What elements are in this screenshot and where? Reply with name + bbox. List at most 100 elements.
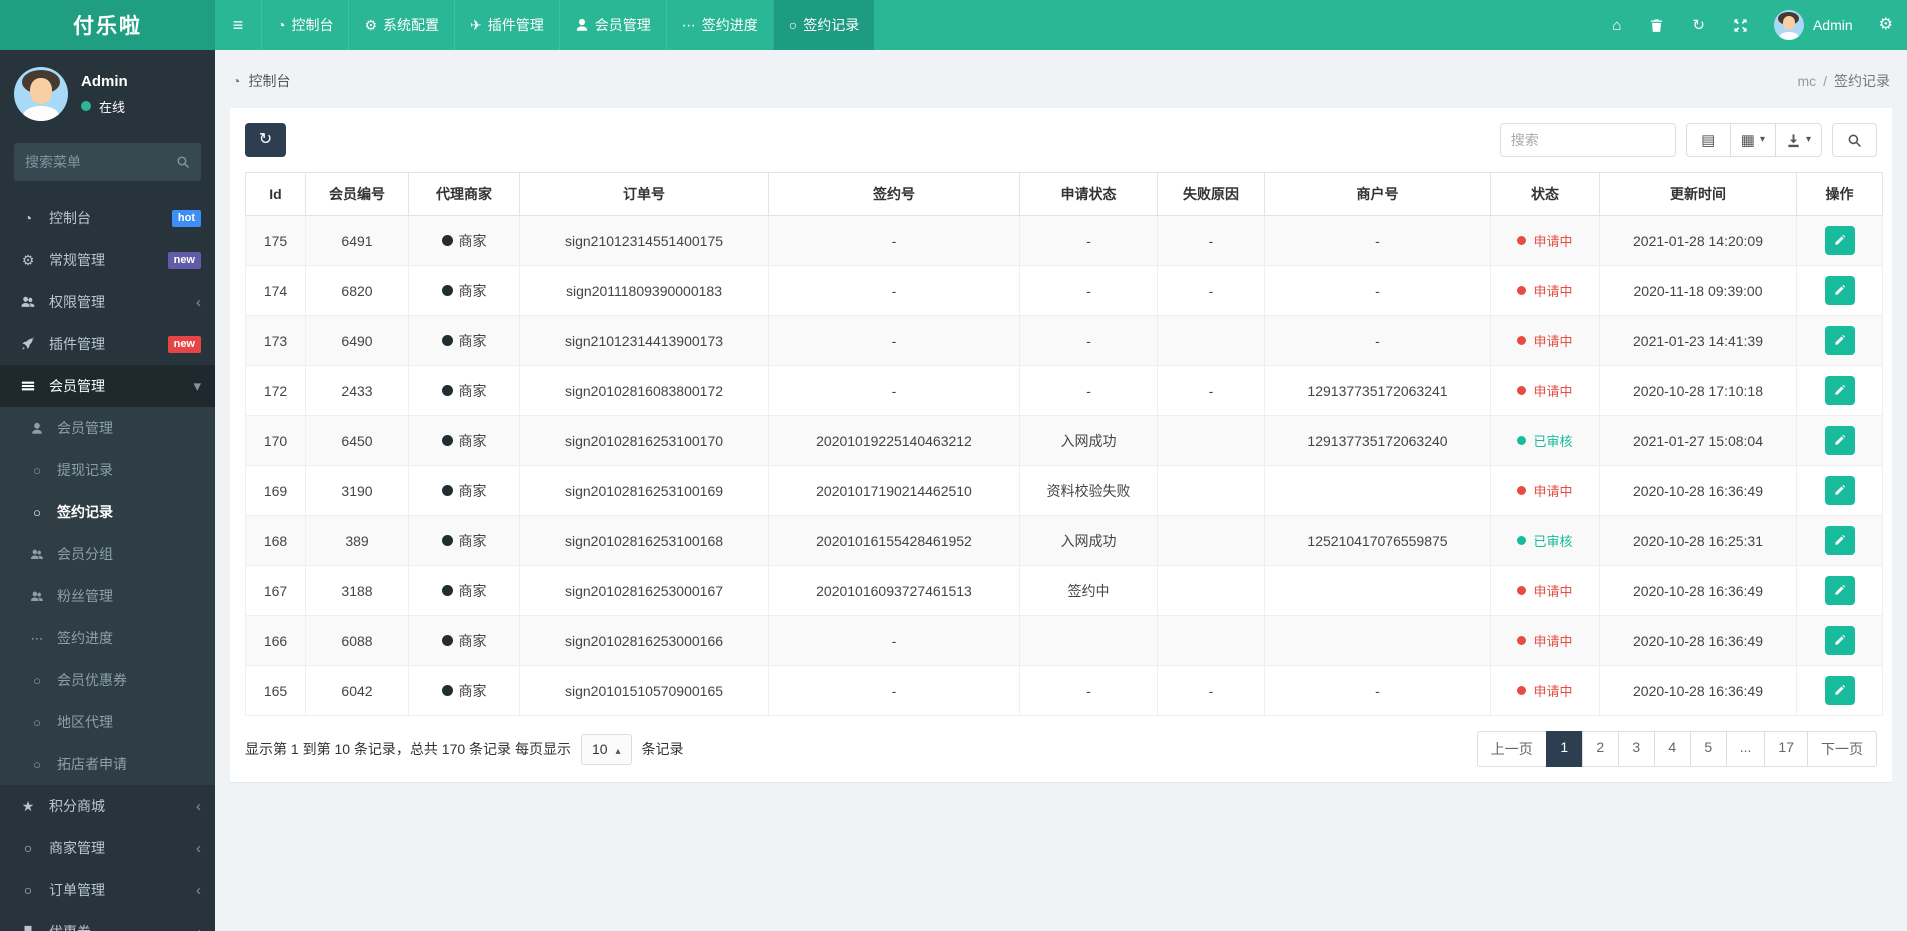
table-row: 173 6490 商家 sign21012314413900173- - - 申请中 2021… <box>245 315 1883 366</box>
page-button-3[interactable]: 3 <box>1617 731 1655 767</box>
sidebar-item-会员管理[interactable]: 会员管理 ▾ <box>0 365 215 407</box>
plane-icon: ✈ <box>470 17 482 33</box>
page-button-下一页[interactable]: 下一页 <box>1807 731 1877 767</box>
export-icon <box>1786 133 1801 148</box>
cell-merchant-no: - <box>1264 315 1491 366</box>
expand-icon-button[interactable] <box>1733 18 1748 33</box>
sidebar-item-签约记录[interactable]: ○ 签约记录 <box>0 491 215 533</box>
columns-dropdown-button[interactable]: ▦ ▾ <box>1729 123 1776 157</box>
cell-updated-at: 2020-10-28 16:25:31 <box>1599 515 1797 566</box>
sidebar-item-地区代理[interactable]: ○ 地区代理 <box>0 701 215 743</box>
home-icon-button[interactable]: ⌂ <box>1612 18 1621 33</box>
search-submit-button[interactable] <box>1832 123 1877 157</box>
page-button-5[interactable]: 5 <box>1689 731 1727 767</box>
nav-item-会员管理[interactable]: 会员管理 <box>558 0 666 50</box>
toggle-view-button[interactable]: ▤ <box>1685 123 1731 157</box>
edit-button[interactable] <box>1824 476 1855 505</box>
cell-id: 166 <box>245 615 306 666</box>
page-size-select[interactable]: 10 ▴ <box>580 733 632 765</box>
page-button-2[interactable]: 2 <box>1581 731 1619 767</box>
sidebar-search-input[interactable] <box>25 154 176 170</box>
toolbar-right: ▤▦▾▾ <box>1499 123 1877 157</box>
sidebar-item-会员优惠券[interactable]: ○ 会员优惠券 <box>0 659 215 701</box>
nav-item-签约进度[interactable]: ⋯ 签约进度 <box>665 0 773 50</box>
sidebar-item-签约进度[interactable]: ⋯ 签约进度 <box>0 617 215 659</box>
sidebar-toggle-button[interactable]: ≡ <box>215 0 261 50</box>
sidebar-item-优惠券[interactable]: 优惠券 ‹ <box>0 911 215 931</box>
sidebar-item-插件管理[interactable]: 插件管理 new <box>0 323 215 365</box>
edit-button[interactable] <box>1824 576 1855 605</box>
edit-button[interactable] <box>1824 526 1855 555</box>
page-size-value: 10 <box>591 741 608 757</box>
export-dropdown-button[interactable]: ▾ <box>1774 123 1822 157</box>
edit-button[interactable] <box>1824 376 1855 405</box>
nav-item-label: 会员管理 <box>594 17 651 33</box>
page-button-1[interactable]: 1 <box>1545 731 1583 767</box>
pagination-pages: 上一页 1 2 3 4 5... 17 下一页 <box>1476 731 1877 767</box>
edit-button[interactable] <box>1824 426 1855 455</box>
edit-button[interactable] <box>1824 326 1855 355</box>
sidebar-item-控制台[interactable]: ◔ 控制台 hot <box>0 197 215 239</box>
column-header-会员编号: 会员编号 <box>305 172 409 216</box>
app-logo[interactable]: 付乐啦 <box>0 0 215 50</box>
agent-text: 商家 <box>458 382 487 399</box>
caret-down-icon: ▾ <box>1759 134 1765 145</box>
settings-button[interactable]: ⚙ <box>1879 17 1893 33</box>
sidebar-item-拓店者申请[interactable]: ○ 拓店者申请 <box>0 743 215 785</box>
cell-actions <box>1796 665 1883 716</box>
refresh-button[interactable]: ↻ <box>245 123 286 157</box>
cell-updated-at: 2020-11-18 09:39:00 <box>1599 265 1797 316</box>
pencil-icon <box>1833 284 1846 297</box>
breadcrumb-parent[interactable]: mc <box>1797 73 1816 89</box>
sidebar-item-会员管理[interactable]: 会员管理 <box>0 407 215 449</box>
pencil-icon <box>1833 384 1846 397</box>
edit-button[interactable] <box>1824 676 1855 705</box>
nav-item-签约记录[interactable]: ○ 签约记录 <box>772 0 875 50</box>
cell-apply-status <box>1019 615 1158 666</box>
edit-button[interactable] <box>1824 276 1855 305</box>
trash-icon-button[interactable] <box>1649 18 1664 33</box>
nav-item-插件管理[interactable]: ✈ 插件管理 <box>454 0 559 50</box>
cell-member-no: 3190 <box>305 465 409 516</box>
sidebar-item-粉丝管理[interactable]: 粉丝管理 <box>0 575 215 617</box>
nav-item-控制台[interactable]: ◔ 控制台 <box>261 0 348 50</box>
status-dot-icon <box>1517 386 1527 395</box>
table-search-input[interactable] <box>1499 123 1676 157</box>
cell-status: 申请中 <box>1490 615 1600 666</box>
pencil-icon <box>1833 534 1846 547</box>
sidebar-item-提现记录[interactable]: ○ 提现记录 <box>0 449 215 491</box>
nav-item-系统配置[interactable]: ⚙ 系统配置 <box>348 0 454 50</box>
cell-merchant-no: 125210417076559875 <box>1264 515 1491 566</box>
edit-button[interactable] <box>1824 226 1855 255</box>
sync-icon-button[interactable]: ↻ <box>1692 18 1705 33</box>
status-label: 申请中 <box>1533 334 1573 349</box>
status-badge: 申请中 <box>1517 681 1573 700</box>
cell-updated-at: 2021-01-23 14:41:39 <box>1599 315 1797 366</box>
navbar-user[interactable]: Admin <box>1773 10 1853 40</box>
page-button-4[interactable]: 4 <box>1653 731 1691 767</box>
edit-button[interactable] <box>1824 626 1855 655</box>
sidebar-item-积分商城[interactable]: ★ 积分商城 ‹ <box>0 785 215 827</box>
gauge-icon: ◔ <box>277 17 286 33</box>
sidebar-search-icon-slot[interactable] <box>176 154 190 170</box>
table-row: 170 6450 商家 sign20102816253100170 2020101922… <box>245 415 1883 466</box>
toolbar-button-group: ▤ ▦ ▾ ▾ <box>1685 123 1822 157</box>
sidebar-item-权限管理[interactable]: 权限管理 ‹ <box>0 281 215 323</box>
cell-status: 已审核 <box>1490 515 1600 566</box>
cell-status: 申请中 <box>1490 665 1600 716</box>
chevron-left-icon: ‹ <box>196 839 201 857</box>
trash-icon <box>1649 18 1664 33</box>
circle-icon: ○ <box>33 672 41 688</box>
cell-sign-no: - <box>768 615 1020 666</box>
sidebar-item-常规管理[interactable]: ⚙ 常规管理 new <box>0 239 215 281</box>
page-button-上一页[interactable]: 上一页 <box>1476 731 1547 767</box>
user-icon <box>28 422 46 435</box>
cell-fail-reason: - <box>1157 215 1265 266</box>
cell-order-no: sign20102816253100170 <box>519 415 769 466</box>
page-button-17[interactable]: 17 <box>1764 731 1808 767</box>
sidebar-item-会员分组[interactable]: 会员分组 <box>0 533 215 575</box>
sidebar-item-商家管理[interactable]: ○ 商家管理 ‹ <box>0 827 215 869</box>
sidebar-item-订单管理[interactable]: ○ 订单管理 ‹ <box>0 869 215 911</box>
sidebar-item-label: 会员管理 <box>57 420 113 436</box>
page-button-...[interactable]: ... <box>1725 731 1766 767</box>
